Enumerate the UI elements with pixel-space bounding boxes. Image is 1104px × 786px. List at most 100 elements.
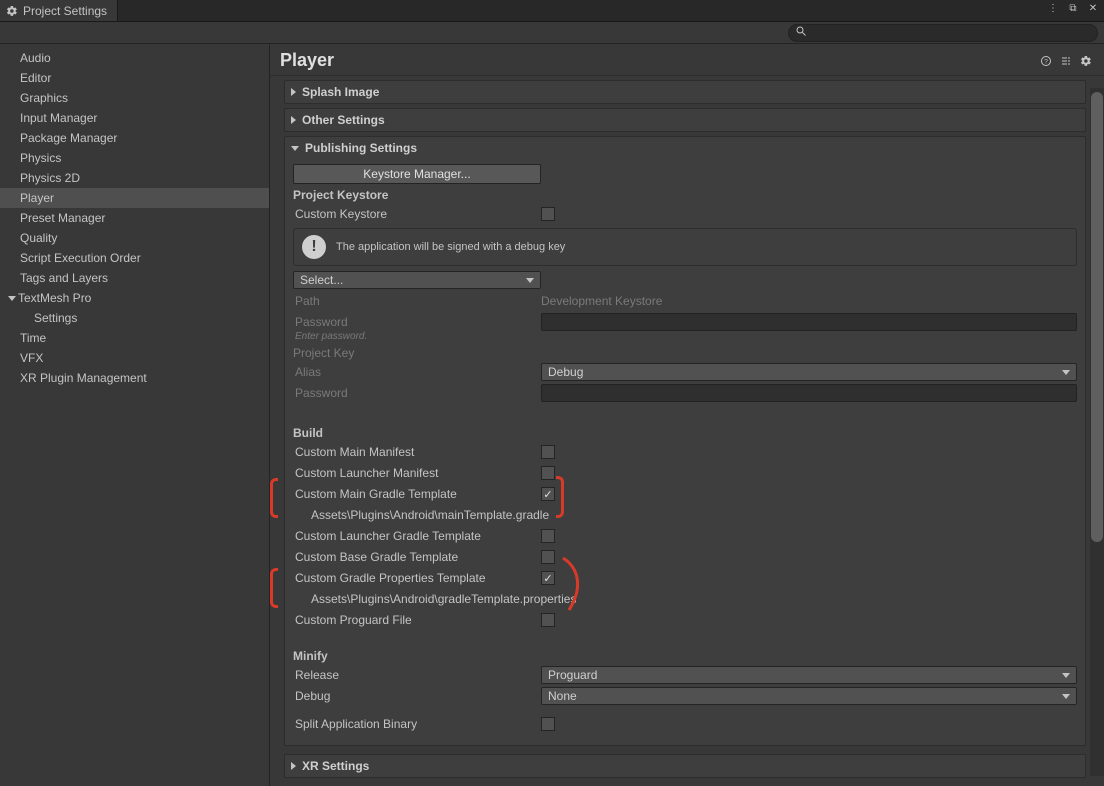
- annotation-bracket: [270, 568, 278, 608]
- custom-launcher-manifest-label: Custom Launcher Manifest: [293, 466, 541, 480]
- sidebar-item-tags-and-layers[interactable]: Tags and Layers: [0, 268, 269, 288]
- foldout-label: Publishing Settings: [305, 141, 417, 155]
- custom-main-gradle-label: Custom Main Gradle Template: [293, 487, 541, 501]
- gear-icon: [6, 5, 18, 17]
- path-value: Development Keystore: [541, 294, 662, 308]
- sidebar-item-package-manager[interactable]: Package Manager: [0, 128, 269, 148]
- foldout-splash-image: Splash Image: [284, 80, 1086, 104]
- keystore-password-input[interactable]: [541, 313, 1077, 331]
- scrollbar-track[interactable]: [1090, 88, 1104, 776]
- password-hint: Enter password.: [293, 331, 1077, 342]
- chevron-down-icon: [1062, 694, 1070, 699]
- sidebar-item-audio[interactable]: Audio: [0, 48, 269, 68]
- search-icon: [795, 25, 807, 40]
- foldout-other-settings: Other Settings: [284, 108, 1086, 132]
- build-title: Build: [293, 426, 1077, 440]
- custom-main-gradle-checkbox[interactable]: [541, 487, 555, 501]
- key-password-input[interactable]: [541, 384, 1077, 402]
- custom-proguard-label: Custom Proguard File: [293, 613, 541, 627]
- custom-launcher-gradle-checkbox[interactable]: [541, 529, 555, 543]
- keystore-select-dropdown[interactable]: Select...: [293, 271, 541, 289]
- sidebar-item-label: TextMesh Pro: [18, 290, 91, 306]
- debug-label: Debug: [293, 689, 541, 703]
- minify-title: Minify: [293, 649, 1077, 663]
- window-title: Project Settings: [23, 4, 107, 18]
- custom-keystore-checkbox[interactable]: [541, 207, 555, 221]
- main-panel: Player ? Splash Image: [270, 44, 1104, 786]
- sidebar-item-input-manager[interactable]: Input Manager: [0, 108, 269, 128]
- release-label: Release: [293, 668, 541, 682]
- sidebar-item-textmesh-pro[interactable]: TextMesh Pro: [0, 288, 269, 308]
- foldout-label: Splash Image: [302, 85, 379, 99]
- alias-dropdown[interactable]: Debug: [541, 363, 1077, 381]
- presets-icon[interactable]: [1058, 53, 1074, 69]
- sidebar-item-quality[interactable]: Quality: [0, 228, 269, 248]
- release-dropdown[interactable]: Proguard: [541, 666, 1077, 684]
- annotation-bracket: [270, 478, 278, 518]
- password-label: Password: [293, 315, 541, 329]
- sidebar-item-physics[interactable]: Physics: [0, 148, 269, 168]
- custom-launcher-manifest-checkbox[interactable]: [541, 466, 555, 480]
- search-input[interactable]: [807, 27, 1091, 39]
- chevron-right-icon: [291, 116, 296, 124]
- window-maximize-icon[interactable]: ⧉: [1066, 2, 1080, 16]
- chevron-down-icon: [291, 146, 299, 151]
- dropdown-value: Proguard: [548, 668, 597, 682]
- foldout-header-publishing[interactable]: Publishing Settings: [285, 137, 1085, 159]
- custom-base-gradle-label: Custom Base Gradle Template: [293, 550, 541, 564]
- key-password-label: Password: [293, 386, 541, 400]
- split-binary-checkbox[interactable]: [541, 717, 555, 731]
- foldout-xr-settings: XR Settings: [284, 754, 1086, 778]
- sidebar-item-graphics[interactable]: Graphics: [0, 88, 269, 108]
- sidebar-item-xr-plugin-management[interactable]: XR Plugin Management: [0, 368, 269, 388]
- sidebar-item-physics-2d[interactable]: Physics 2D: [0, 168, 269, 188]
- foldout-header-xr[interactable]: XR Settings: [285, 755, 1085, 777]
- search-row: [0, 22, 1104, 44]
- custom-main-gradle-path: Assets\Plugins\Android\mainTemplate.grad…: [293, 508, 549, 522]
- svg-text:?: ?: [1044, 58, 1048, 65]
- sidebar-item-player[interactable]: Player: [0, 188, 269, 208]
- window-menu-icon[interactable]: ⋮: [1046, 2, 1060, 16]
- sidebar-item-vfx[interactable]: VFX: [0, 348, 269, 368]
- info-text: The application will be signed with a de…: [336, 241, 565, 253]
- foldout-publishing-settings: Publishing Settings Keystore Manager... …: [284, 136, 1086, 746]
- foldout-header-splash[interactable]: Splash Image: [285, 81, 1085, 103]
- foldout-header-other[interactable]: Other Settings: [285, 109, 1085, 131]
- sidebar-item-preset-manager[interactable]: Preset Manager: [0, 208, 269, 228]
- custom-gradle-props-path: Assets\Plugins\Android\gradleTemplate.pr…: [293, 592, 576, 606]
- publishing-content: Keystore Manager... Project Keystore Cus…: [285, 159, 1085, 745]
- sidebar: Audio Editor Graphics Input Manager Pack…: [0, 44, 270, 786]
- chevron-right-icon: [291, 88, 296, 96]
- sidebar-item-editor[interactable]: Editor: [0, 68, 269, 88]
- project-settings-tab[interactable]: Project Settings: [0, 0, 118, 21]
- scrollbar-thumb[interactable]: [1091, 92, 1103, 542]
- help-icon[interactable]: ?: [1038, 53, 1054, 69]
- window-close-icon[interactable]: ✕: [1086, 2, 1100, 16]
- chevron-down-icon: [1062, 673, 1070, 678]
- keystore-manager-button[interactable]: Keystore Manager...: [293, 164, 541, 184]
- content: Audio Editor Graphics Input Manager Pack…: [0, 44, 1104, 786]
- custom-gradle-props-label: Custom Gradle Properties Template: [293, 571, 541, 585]
- path-label: Path: [293, 294, 541, 308]
- search-input-wrap[interactable]: [788, 24, 1098, 42]
- debug-dropdown[interactable]: None: [541, 687, 1077, 705]
- custom-gradle-props-checkbox[interactable]: [541, 571, 555, 585]
- custom-main-manifest-checkbox[interactable]: [541, 445, 555, 459]
- foldout-label: Other Settings: [302, 113, 385, 127]
- custom-launcher-gradle-label: Custom Launcher Gradle Template: [293, 529, 541, 543]
- alias-label: Alias: [293, 365, 541, 379]
- settings-gear-icon[interactable]: [1078, 53, 1094, 69]
- custom-keystore-label: Custom Keystore: [293, 207, 541, 221]
- project-keystore-title: Project Keystore: [293, 188, 1077, 202]
- main-title: Player: [280, 50, 1034, 71]
- panel-body: Splash Image Other Settings Publishing S…: [270, 76, 1104, 786]
- chevron-down-icon: [8, 296, 16, 301]
- sidebar-item-textmesh-settings[interactable]: Settings: [0, 308, 269, 328]
- custom-proguard-checkbox[interactable]: [541, 613, 555, 627]
- sidebar-item-script-execution-order[interactable]: Script Execution Order: [0, 248, 269, 268]
- chevron-down-icon: [1062, 370, 1070, 375]
- window-titlebar: Project Settings ⋮ ⧉ ✕: [0, 0, 1104, 22]
- split-binary-label: Split Application Binary: [293, 717, 541, 731]
- sidebar-item-time[interactable]: Time: [0, 328, 269, 348]
- custom-base-gradle-checkbox[interactable]: [541, 550, 555, 564]
